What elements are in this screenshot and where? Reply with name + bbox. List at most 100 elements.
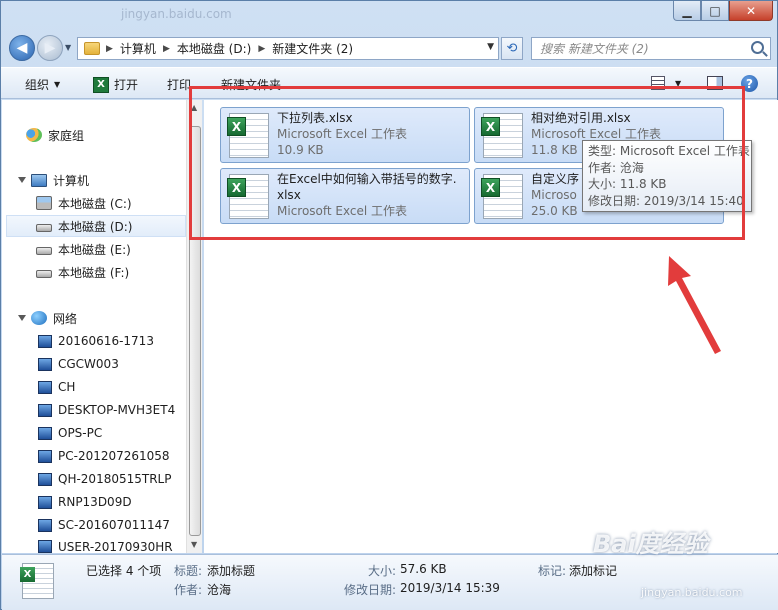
homegroup-icon <box>26 128 42 142</box>
network-computer-icon <box>38 334 52 348</box>
system-drive-icon <box>36 196 52 210</box>
network-computer-icon <box>38 540 52 553</box>
computer-icon <box>31 173 47 187</box>
back-button[interactable]: ◀ <box>9 35 35 61</box>
open-label: 打开 <box>114 78 139 92</box>
network-computer-icon <box>38 518 52 532</box>
nav-host[interactable]: 20160616-1713 <box>38 330 154 352</box>
nav-host[interactable]: QH-20180515TRLP <box>38 468 171 490</box>
breadcrumb-folder[interactable]: 新建文件夹 (2) <box>272 40 353 57</box>
drive-icon <box>36 270 52 278</box>
excel-icon: X <box>20 567 35 582</box>
nav-host[interactable]: DESKTOP-MVH3ET4 <box>38 399 175 421</box>
expand-arrow-icon[interactable] <box>18 177 26 183</box>
network-computer-icon <box>38 449 52 463</box>
recent-pages-dropdown-icon[interactable]: ▼ <box>65 43 71 52</box>
nav-host-label: USER-20170930HR <box>58 540 173 553</box>
excel-icon: X <box>93 76 109 93</box>
organize-label: 组织 <box>25 78 50 92</box>
detail-title-label: 标题: <box>174 564 203 578</box>
breadcrumb-computer[interactable]: 计算机 <box>120 40 156 57</box>
nav-host[interactable]: OPS-PC <box>38 422 102 444</box>
baidu-watermark: Bai度经验 <box>593 530 708 558</box>
caret-down-icon: ▼ <box>54 80 61 89</box>
nav-host[interactable]: CH <box>38 376 75 398</box>
detail-size-value: 57.6 KB <box>400 562 447 576</box>
refresh-icon: ⟲ <box>506 41 518 56</box>
annotation-arrow-shape <box>668 256 721 354</box>
network-icon <box>31 311 47 325</box>
faint-title-text: jingyan.baidu.com <box>121 7 232 21</box>
minimize-button[interactable]: ▁ <box>673 1 701 21</box>
nav-drive-c[interactable]: 本地磁盘 (C:) <box>36 192 132 214</box>
search-input[interactable]: 搜索 新建文件夹 (2) <box>531 37 771 60</box>
annotation-arrow <box>668 256 721 354</box>
nav-drive-label: 本地磁盘 (C:) <box>58 196 132 211</box>
explorer-window: jingyan.baidu.com ▁ □ ✕ ◀ ▶ ▼ ▶ 计算机 ▶ 本地… <box>0 0 778 610</box>
network-computer-icon <box>38 495 52 509</box>
forward-button[interactable]: ▶ <box>37 35 63 61</box>
refresh-button[interactable]: ⟲ <box>501 37 523 60</box>
open-button[interactable]: X 打开 <box>93 76 138 93</box>
organize-button[interactable]: 组织 ▼ <box>25 76 60 93</box>
nav-host[interactable]: USER-20170930HR <box>38 537 173 553</box>
nav-host-label: QH-20180515TRLP <box>58 472 172 486</box>
nav-drive-label: 本地磁盘 (F:) <box>58 265 130 280</box>
nav-drive-d[interactable]: 本地磁盘 (D:) <box>6 215 186 237</box>
title-bar: jingyan.baidu.com ▁ □ ✕ <box>1 1 777 31</box>
highlight-box <box>189 86 745 240</box>
nav-host[interactable]: SC-201607011147 <box>38 514 170 536</box>
detail-modified-value: 2019/3/14 15:39 <box>400 581 500 595</box>
drive-icon <box>36 224 52 232</box>
excel-file-icon: X <box>20 563 54 599</box>
network-computer-icon <box>38 472 52 486</box>
detail-modified-label: 修改日期: <box>344 583 397 597</box>
nav-host[interactable]: PC-201207261058 <box>38 445 170 467</box>
expand-arrow-icon[interactable] <box>18 315 26 321</box>
search-icon[interactable] <box>751 41 764 54</box>
detail-tags-value[interactable]: 添加标记 <box>569 562 617 579</box>
nav-host-label: CH <box>58 380 76 394</box>
chevron-right-icon[interactable]: ▶ <box>258 44 265 54</box>
nav-drive-label: 本地磁盘 (E:) <box>58 242 131 257</box>
maximize-button[interactable]: □ <box>701 1 729 21</box>
nav-host-label: PC-201207261058 <box>58 449 170 463</box>
nav-homegroup-label: 家庭组 <box>48 128 85 143</box>
breadcrumb-drive-d[interactable]: 本地磁盘 (D:) <box>177 40 251 57</box>
nav-host-label: CGCW003 <box>58 357 119 371</box>
print-label: 打印 <box>167 78 192 92</box>
search-placeholder: 搜索 新建文件夹 (2) <box>540 42 649 56</box>
selection-count: 已选择 4 个项 <box>86 564 162 578</box>
nav-drive-f[interactable]: 本地磁盘 (F:) <box>36 261 129 283</box>
nav-drive-label: 本地磁盘 (D:) <box>58 219 133 234</box>
nav-host-label: SC-201607011147 <box>58 518 170 532</box>
close-button[interactable]: ✕ <box>729 1 773 21</box>
network-computer-icon <box>38 357 52 371</box>
nav-homegroup[interactable]: 家庭组 <box>26 124 84 146</box>
nav-host[interactable]: CGCW003 <box>38 353 119 375</box>
folder-icon <box>84 42 100 55</box>
detail-title-value[interactable]: 添加标题 <box>207 562 255 579</box>
print-button[interactable]: 打印 <box>167 76 191 93</box>
nav-network-label: 网络 <box>53 311 78 326</box>
scroll-down-arrow-icon[interactable]: ▼ <box>191 540 197 549</box>
address-bar[interactable]: ▶ 计算机 ▶ 本地磁盘 (D:) ▶ 新建文件夹 (2) ▼ <box>77 37 499 60</box>
nav-drive-e[interactable]: 本地磁盘 (E:) <box>36 238 131 260</box>
address-dropdown-icon[interactable]: ▼ <box>487 42 494 52</box>
nav-computer[interactable]: 计算机 <box>18 169 89 191</box>
network-computer-icon <box>38 380 52 394</box>
baidu-watermark-url: jingyan.baidu.com <box>641 586 743 599</box>
nav-host-label: 20160616-1713 <box>58 334 154 348</box>
detail-author-value[interactable]: 沧海 <box>207 581 231 598</box>
nav-host[interactable]: RNP13D09D <box>38 491 132 513</box>
address-row: ◀ ▶ ▼ ▶ 计算机 ▶ 本地磁盘 (D:) ▶ 新建文件夹 (2) ▼ ⟲ … <box>1 31 777 65</box>
nav-host-label: DESKTOP-MVH3ET4 <box>58 403 176 417</box>
navigation-pane: 家庭组 计算机 本地磁盘 (C:) 本地磁盘 (D:) 本地磁盘 (E:) 本地… <box>2 100 202 553</box>
nav-network[interactable]: 网络 <box>18 307 77 329</box>
chevron-right-icon[interactable]: ▶ <box>163 44 170 54</box>
window-controls: ▁ □ ✕ <box>673 1 773 21</box>
detail-author-label: 作者: <box>174 583 203 597</box>
detail-tags-label: 标记: <box>538 564 567 578</box>
detail-size-label: 大小: <box>368 564 397 578</box>
chevron-right-icon[interactable]: ▶ <box>106 44 113 54</box>
